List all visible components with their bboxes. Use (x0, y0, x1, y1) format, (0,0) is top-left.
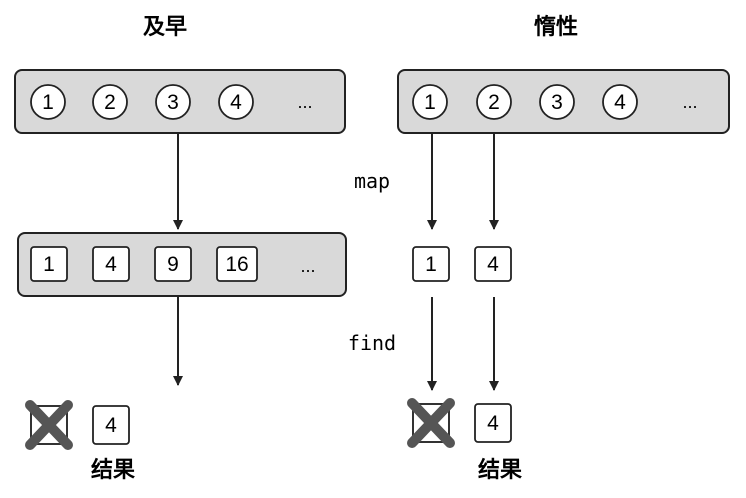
lazy-mapped-item: 1 (412, 246, 450, 282)
eager-mapped-stream: 1 4 9 16 ... (17, 232, 347, 297)
eager-input-value: 3 (167, 91, 179, 114)
lazy-input-stream: 1 2 3 4 ... (397, 69, 730, 134)
lazy-input-value: 2 (488, 91, 500, 114)
eager-result-box: 4 (92, 405, 130, 445)
eager-input-item: 3 (155, 84, 191, 120)
eager-input-item: 1 (30, 84, 66, 120)
find-operation-label: find (348, 331, 396, 355)
eager-mapped-value: 4 (105, 253, 117, 276)
eager-title: 及早 (143, 15, 187, 40)
lazy-result-value: 4 (487, 412, 499, 435)
lazy-result-label: 结果 (478, 457, 522, 483)
eager-input-value: 2 (104, 91, 116, 114)
eager-input-value: 4 (230, 91, 242, 114)
eager-mapped-value: 9 (167, 253, 179, 276)
lazy-discarded-item (407, 398, 455, 448)
eager-input-ellipsis: ... (297, 92, 312, 112)
eager-input-stream: 1 2 3 4 ... (14, 69, 346, 134)
eager-mapped-ellipsis: ... (300, 256, 315, 276)
eager-vs-lazy-diagram: 及早 惰性 1 2 3 4 ... 1 4 9 16 ... 4 结果 1 2 … (14, 15, 730, 483)
lazy-mapped-item: 4 (474, 246, 512, 282)
lazy-result-box: 4 (474, 403, 512, 443)
lazy-input-ellipsis: ... (682, 92, 697, 112)
map-operation-label: map (354, 169, 390, 193)
eager-mapped-item: 16 (216, 246, 258, 282)
lazy-title: 惰性 (534, 15, 578, 40)
eager-input-item: 2 (92, 84, 128, 120)
eager-input-item: 4 (218, 84, 254, 120)
lazy-input-item: 1 (412, 84, 448, 120)
eager-mapped-item: 4 (92, 246, 130, 282)
lazy-input-item: 3 (539, 84, 575, 120)
eager-mapped-item: 9 (154, 246, 192, 282)
eager-mapped-value: 16 (225, 253, 248, 276)
lazy-mapped-value: 1 (425, 253, 437, 276)
lazy-input-item: 4 (602, 84, 638, 120)
eager-result-label: 结果 (91, 457, 135, 483)
eager-mapped-value: 1 (43, 253, 55, 276)
lazy-input-value: 4 (614, 91, 626, 114)
lazy-input-value: 1 (424, 91, 436, 114)
eager-input-value: 1 (42, 91, 54, 114)
eager-result-value: 4 (105, 414, 117, 437)
eager-mapped-item: 1 (30, 246, 68, 282)
lazy-input-item: 2 (476, 84, 512, 120)
eager-discarded-item (25, 400, 73, 450)
lazy-input-value: 3 (551, 91, 563, 114)
lazy-mapped-value: 4 (487, 253, 499, 276)
